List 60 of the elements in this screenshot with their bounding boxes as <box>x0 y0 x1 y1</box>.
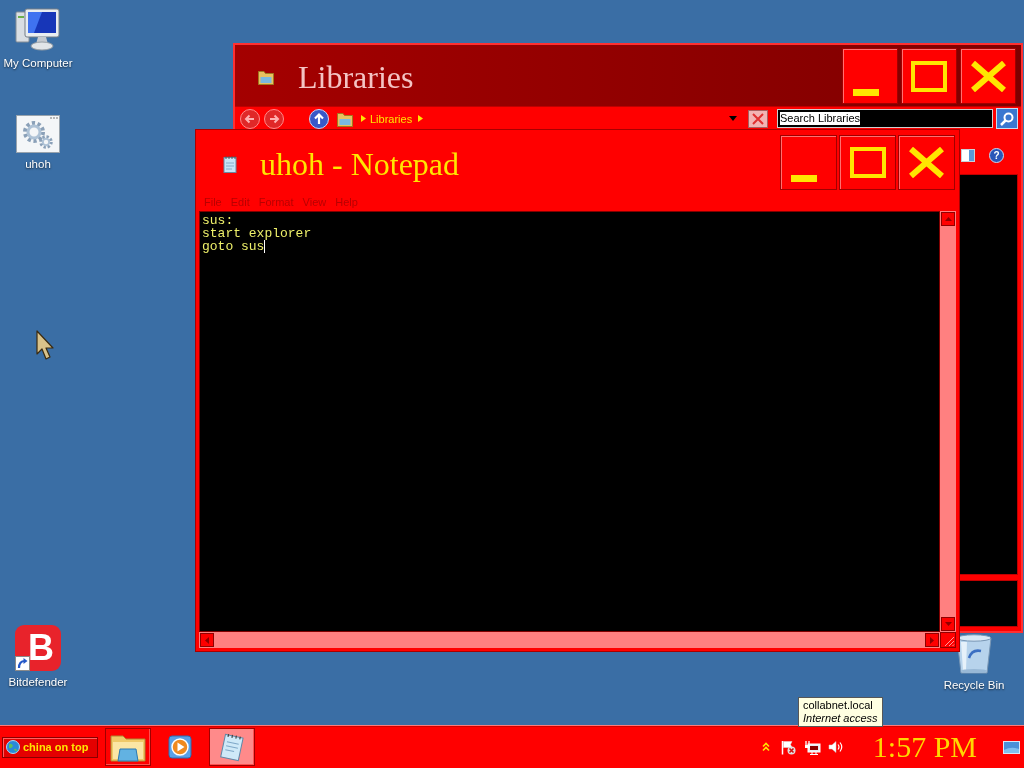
resize-grip-icon[interactable] <box>940 632 956 648</box>
start-button[interactable]: china on top <box>2 736 98 758</box>
chevron-up-icon[interactable] <box>761 742 770 752</box>
folder-icon <box>258 69 274 85</box>
tooltip-text: Internet access <box>803 712 878 725</box>
scroll-right-button[interactable] <box>925 633 939 647</box>
maximize-icon <box>849 147 886 178</box>
network-icon[interactable] <box>804 739 821 755</box>
notepad-icon <box>222 155 238 173</box>
taskbar-button[interactable] <box>105 728 151 766</box>
maximize-icon <box>911 60 947 92</box>
maximize-button[interactable] <box>839 135 896 190</box>
icon-label[interactable]: Bitdefender <box>8 675 68 689</box>
breadcrumb-item[interactable]: Libraries <box>370 112 413 125</box>
minimize-icon <box>853 89 879 96</box>
help-button[interactable]: ? <box>989 147 1004 163</box>
x-mark-icon[interactable] <box>748 109 768 128</box>
minimize-button[interactable] <box>780 135 837 190</box>
window-title: uhoh - Notepad <box>260 145 460 183</box>
search-button[interactable] <box>996 108 1018 129</box>
close-icon <box>908 147 945 178</box>
close-icon <box>969 60 1007 92</box>
horizontal-scrollbar[interactable] <box>199 632 940 648</box>
scroll-up-button[interactable] <box>941 212 955 226</box>
window-title: Libraries <box>298 58 414 96</box>
globe-icon <box>6 740 20 754</box>
tooltip-text: collabnet.local <box>803 699 874 712</box>
text-editor[interactable]: sus: start explorer goto sus <box>199 211 940 632</box>
scroll-left-button[interactable] <box>200 633 214 647</box>
vertical-scrollbar[interactable] <box>940 211 956 632</box>
scroll-down-button[interactable] <box>941 617 955 631</box>
panes-icon[interactable] <box>961 148 975 162</box>
triangle-right-icon[interactable] <box>361 115 366 122</box>
flag-icon[interactable] <box>780 739 796 755</box>
gear-document-icon[interactable] <box>16 115 60 153</box>
folder-icon <box>337 110 353 127</box>
minimize-icon <box>791 175 817 182</box>
triangle-down-icon <box>944 622 952 626</box>
search-icon <box>1000 111 1014 126</box>
computer-icon[interactable] <box>15 6 61 52</box>
triangle-right-icon[interactable] <box>418 115 424 122</box>
icon-label[interactable]: My Computer <box>3 56 73 70</box>
triangle-up-icon <box>944 217 952 221</box>
logo-tile[interactable]: B <box>15 625 61 671</box>
icon-label[interactable]: Recycle Bin <box>943 678 1005 692</box>
mouse-pointer-icon <box>36 330 54 360</box>
folder-icon <box>110 732 146 762</box>
triangle-right-icon <box>930 636 934 644</box>
show-desktop-icon[interactable] <box>1003 740 1020 754</box>
taskbar-button[interactable] <box>209 728 255 766</box>
clock[interactable]: 1:57 PM <box>872 732 977 762</box>
media-play-icon <box>168 735 192 759</box>
icon-label[interactable]: uhoh <box>25 157 51 171</box>
trash-bin-icon[interactable] <box>955 634 993 674</box>
triangle-left-icon <box>205 636 209 644</box>
triangle-down-icon[interactable] <box>729 116 737 121</box>
close-button[interactable] <box>898 135 955 190</box>
text-caret-icon <box>264 240 266 253</box>
speaker-icon[interactable] <box>827 740 843 754</box>
search-field[interactable]: Search Libraries <box>777 109 993 128</box>
